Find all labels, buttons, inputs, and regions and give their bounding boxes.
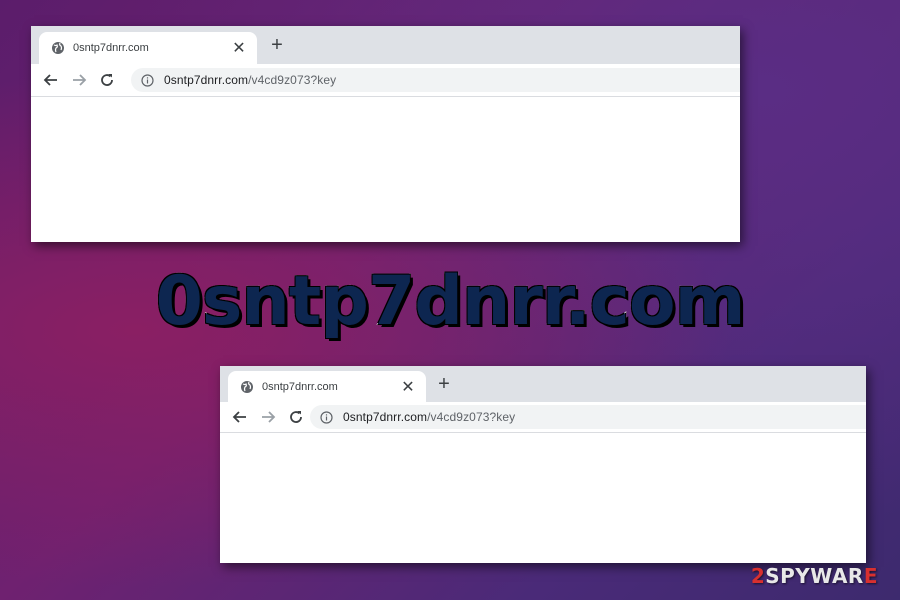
close-tab-icon[interactable]: ✕ — [400, 379, 416, 396]
watermark-middle: SPYWAR — [765, 564, 864, 588]
watermark-logo: 2SPYWARE — [751, 564, 878, 588]
globe-icon — [240, 380, 254, 394]
browser-tab[interactable]: 0sntp7dnrr.com ✕ — [39, 32, 257, 64]
url-host: 0sntp7dnrr.com — [343, 410, 428, 424]
url-path: /v4cd9z073?key — [248, 73, 337, 87]
reload-button[interactable] — [284, 405, 308, 429]
reload-icon — [101, 74, 113, 86]
forward-arrow-icon — [73, 74, 87, 86]
forward-button[interactable] — [67, 68, 91, 92]
back-button[interactable] — [39, 68, 63, 92]
reload-button[interactable] — [95, 68, 119, 92]
url-path: /v4cd9z073?key — [427, 410, 516, 424]
watermark-prefix: 2 — [750, 564, 766, 588]
url-text: 0sntp7dnrr.com/v4cd9z073?key — [164, 73, 336, 87]
browser-tab[interactable]: 0sntp7dnrr.com ✕ — [228, 371, 426, 402]
back-arrow-icon — [43, 74, 57, 86]
tab-strip: 0sntp7dnrr.com ✕ + — [220, 366, 866, 402]
back-button[interactable] — [228, 405, 252, 429]
forward-arrow-icon — [262, 411, 276, 423]
url-text: 0sntp7dnrr.com/v4cd9z073?key — [343, 410, 515, 424]
browser-window-1: 0sntp7dnrr.com ✕ + 0sntp7dnrr.com/v4cd9z… — [31, 26, 740, 242]
tab-title: 0sntp7dnrr.com — [262, 380, 338, 393]
info-icon[interactable] — [320, 410, 333, 424]
reload-icon — [290, 411, 302, 423]
browser-toolbar: 0sntp7dnrr.com/v4cd9z073?key — [31, 64, 740, 97]
forward-button[interactable] — [256, 405, 280, 429]
address-bar[interactable]: 0sntp7dnrr.com/v4cd9z073?key — [131, 68, 740, 92]
browser-window-2: 0sntp7dnrr.com ✕ + 0sntp7dnrr.com/v4cd9z… — [220, 366, 866, 563]
url-host: 0sntp7dnrr.com — [164, 73, 249, 87]
browser-toolbar: 0sntp7dnrr.com/v4cd9z073?key — [220, 402, 866, 433]
tab-strip: 0sntp7dnrr.com ✕ + — [31, 26, 740, 64]
watermark-suffix: E — [863, 564, 878, 588]
info-icon[interactable] — [141, 73, 154, 87]
new-tab-button[interactable]: + — [434, 373, 454, 395]
back-arrow-icon — [232, 411, 246, 423]
tab-title: 0sntp7dnrr.com — [73, 42, 149, 54]
close-tab-icon[interactable]: ✕ — [231, 40, 247, 57]
globe-icon — [51, 41, 65, 55]
headline-title: 0sntp7dnrr.com — [155, 261, 747, 342]
new-tab-button[interactable]: + — [267, 34, 287, 56]
address-bar[interactable]: 0sntp7dnrr.com/v4cd9z073?key — [310, 405, 866, 429]
